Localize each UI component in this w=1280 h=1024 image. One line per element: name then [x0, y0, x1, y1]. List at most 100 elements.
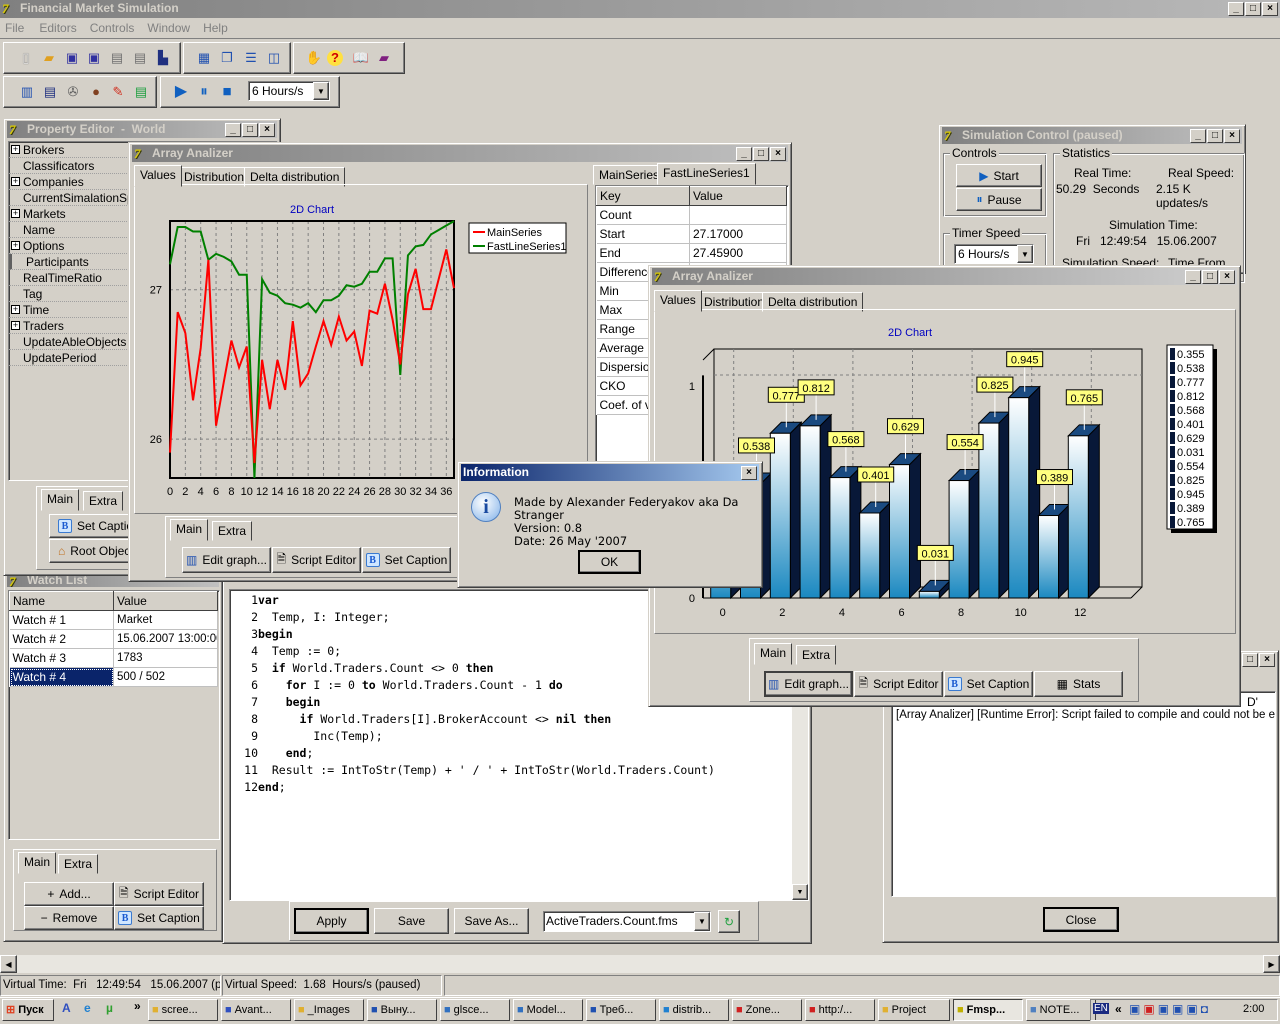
menu-controls[interactable]: Controls: [90, 18, 135, 38]
quicklaunch-ie-icon[interactable]: e: [84, 1001, 91, 1015]
mdi-horizontal-scrollbar[interactable]: ◀ ▶: [0, 955, 1280, 973]
set-caption-button[interactable]: B Set Caption: [362, 547, 451, 573]
taskbar-item[interactable]: ■ distrib...: [659, 999, 729, 1021]
tab-main[interactable]: Main: [18, 852, 57, 874]
maximize-button[interactable]: □: [1207, 129, 1223, 143]
pause-icon[interactable]: ⏸: [194, 82, 214, 102]
column-header-name[interactable]: Name: [9, 591, 114, 611]
dropdown-arrow-icon[interactable]: ▼: [1017, 245, 1033, 263]
save-as-icon[interactable]: ▣: [84, 48, 104, 68]
property-item[interactable]: + Companies: [9, 174, 129, 190]
scroll-right-button[interactable]: ▶: [1263, 955, 1280, 973]
maximize-button[interactable]: □: [1245, 2, 1261, 16]
property-item[interactable]: Classificators: [9, 158, 129, 174]
property-item[interactable]: + Traders: [9, 318, 129, 334]
face-icon[interactable]: ●: [86, 82, 106, 102]
quicklaunch-avant-icon[interactable]: A: [62, 1001, 71, 1015]
property-item[interactable]: UpdatePeriod: [9, 350, 129, 366]
set-caption-button[interactable]: B Set Caption: [114, 906, 204, 930]
speed-combo[interactable]: 6 Hours/s ▼: [248, 81, 330, 101]
maximize-button[interactable]: □: [242, 123, 258, 137]
taskbar-item[interactable]: ■ http:/...: [805, 999, 875, 1021]
pause-button[interactable]: ⏸ Pause: [956, 188, 1042, 211]
watch-row[interactable]: Watch # 2 15.06.2007 13:00:00: [9, 629, 218, 649]
column-header-value[interactable]: Value: [113, 591, 218, 611]
edit-graph-button[interactable]: ▥ Edit graph...: [182, 547, 271, 573]
close-button[interactable]: ×: [741, 466, 757, 480]
property-item[interactable]: + Time: [9, 302, 129, 318]
scroll-down-button[interactable]: ▼: [792, 884, 808, 900]
expand-plus-icon[interactable]: +: [11, 177, 20, 186]
help-icon[interactable]: ?: [327, 50, 343, 66]
taskbar-item[interactable]: ■ Model...: [513, 999, 583, 1021]
quicklaunch-chevron[interactable]: »: [134, 999, 141, 1013]
property-item[interactable]: UpdateAbleObjects: [9, 334, 129, 350]
tab-extra[interactable]: Extra: [58, 854, 99, 874]
taskbar-item[interactable]: ■ _Images: [294, 999, 364, 1021]
close-log-button[interactable]: Close: [1043, 907, 1119, 932]
property-item[interactable]: Name: [9, 222, 129, 238]
book-icon[interactable]: ▰: [374, 48, 394, 68]
stats-button[interactable]: ▦ Stats: [1034, 671, 1123, 697]
property-item[interactable]: RealTimeRatio: [9, 270, 129, 286]
refresh-button[interactable]: ↻: [718, 910, 740, 933]
tab-main[interactable]: Main: [41, 489, 80, 511]
minimize-button[interactable]: _: [1228, 2, 1244, 16]
mouse-icon[interactable]: ✇: [63, 82, 83, 102]
save-as-button[interactable]: Save As...: [454, 908, 529, 934]
timer-speed-combo[interactable]: 6 Hours/s ▼: [954, 244, 1034, 264]
menu-editors[interactable]: Editors: [39, 18, 76, 38]
close-button[interactable]: ×: [1219, 270, 1235, 284]
taskbar-item[interactable]: ■ Fmsp...: [953, 999, 1023, 1021]
tab-main-series[interactable]: MainSeries: [593, 165, 666, 185]
minimize-button[interactable]: _: [1190, 129, 1206, 143]
list-icon[interactable]: ▤: [40, 82, 60, 102]
new-file-icon[interactable]: ▯: [16, 48, 36, 68]
apply-button[interactable]: Apply: [294, 908, 369, 934]
column-header-key[interactable]: Key: [596, 186, 690, 206]
play-icon[interactable]: ▶: [171, 82, 191, 102]
script-file-combo[interactable]: ActiveTraders.Count.fms ▼: [543, 911, 711, 932]
print-preview-icon[interactable]: ▤: [130, 48, 150, 68]
property-item[interactable]: + Brokers: [9, 142, 129, 158]
minimize-button[interactable]: _: [736, 147, 752, 161]
save-button[interactable]: Save: [374, 908, 449, 934]
dropdown-arrow-icon[interactable]: ▼: [694, 912, 710, 931]
cascade-icon[interactable]: ❐: [217, 48, 237, 68]
script-editor-button[interactable]: 🗎 Script Editor: [114, 882, 204, 906]
scroll-left-button[interactable]: ◀: [0, 955, 17, 973]
book-open-icon[interactable]: 📖: [351, 48, 371, 68]
property-item[interactable]: CurrentSimalationSpeed: [9, 190, 154, 206]
taskbar-item[interactable]: ■ Треб...: [586, 999, 656, 1021]
menu-file[interactable]: File: [5, 18, 24, 38]
property-item[interactable]: + Options: [9, 238, 129, 254]
menu-window[interactable]: Window: [147, 18, 190, 38]
menu-help[interactable]: Help: [203, 18, 228, 38]
expand-plus-icon[interactable]: +: [11, 145, 20, 154]
script-editor-button[interactable]: 🗎 Script Editor: [272, 547, 361, 573]
set-caption-button[interactable]: B Set Caption: [944, 671, 1033, 697]
taskbar-item[interactable]: ■ glsce...: [440, 999, 510, 1021]
start-button[interactable]: ▶ Start: [956, 164, 1042, 187]
taskbar-item[interactable]: ■ Zone...: [732, 999, 802, 1021]
close-button[interactable]: ×: [1259, 653, 1275, 667]
expand-plus-icon[interactable]: +: [11, 241, 20, 250]
remove-button[interactable]: − Remove: [24, 906, 114, 930]
hand-icon[interactable]: ✋: [304, 48, 324, 68]
ok-button[interactable]: OK: [578, 550, 641, 574]
tray-expand-chevron[interactable]: «: [1115, 1002, 1122, 1016]
close-button[interactable]: ×: [1224, 129, 1240, 143]
watch-row[interactable]: Watch # 1 Market: [9, 610, 218, 630]
stop-icon[interactable]: ■: [217, 82, 237, 102]
expand-plus-icon[interactable]: +: [11, 321, 20, 330]
quicklaunch-utorrent-icon[interactable]: µ: [106, 1001, 113, 1015]
taskbar-item[interactable]: ■ scree...: [148, 999, 218, 1021]
property-item[interactable]: Tag: [9, 286, 129, 302]
taskbar-item[interactable]: ■ Выну...: [367, 999, 437, 1021]
maximize-button[interactable]: □: [1202, 270, 1218, 284]
expand-plus-icon[interactable]: +: [11, 305, 20, 314]
maximize-button[interactable]: □: [1242, 653, 1258, 667]
close-button[interactable]: ×: [770, 147, 786, 161]
tab-main[interactable]: Main: [754, 643, 793, 665]
property-item[interactable]: + Markets: [9, 206, 129, 222]
